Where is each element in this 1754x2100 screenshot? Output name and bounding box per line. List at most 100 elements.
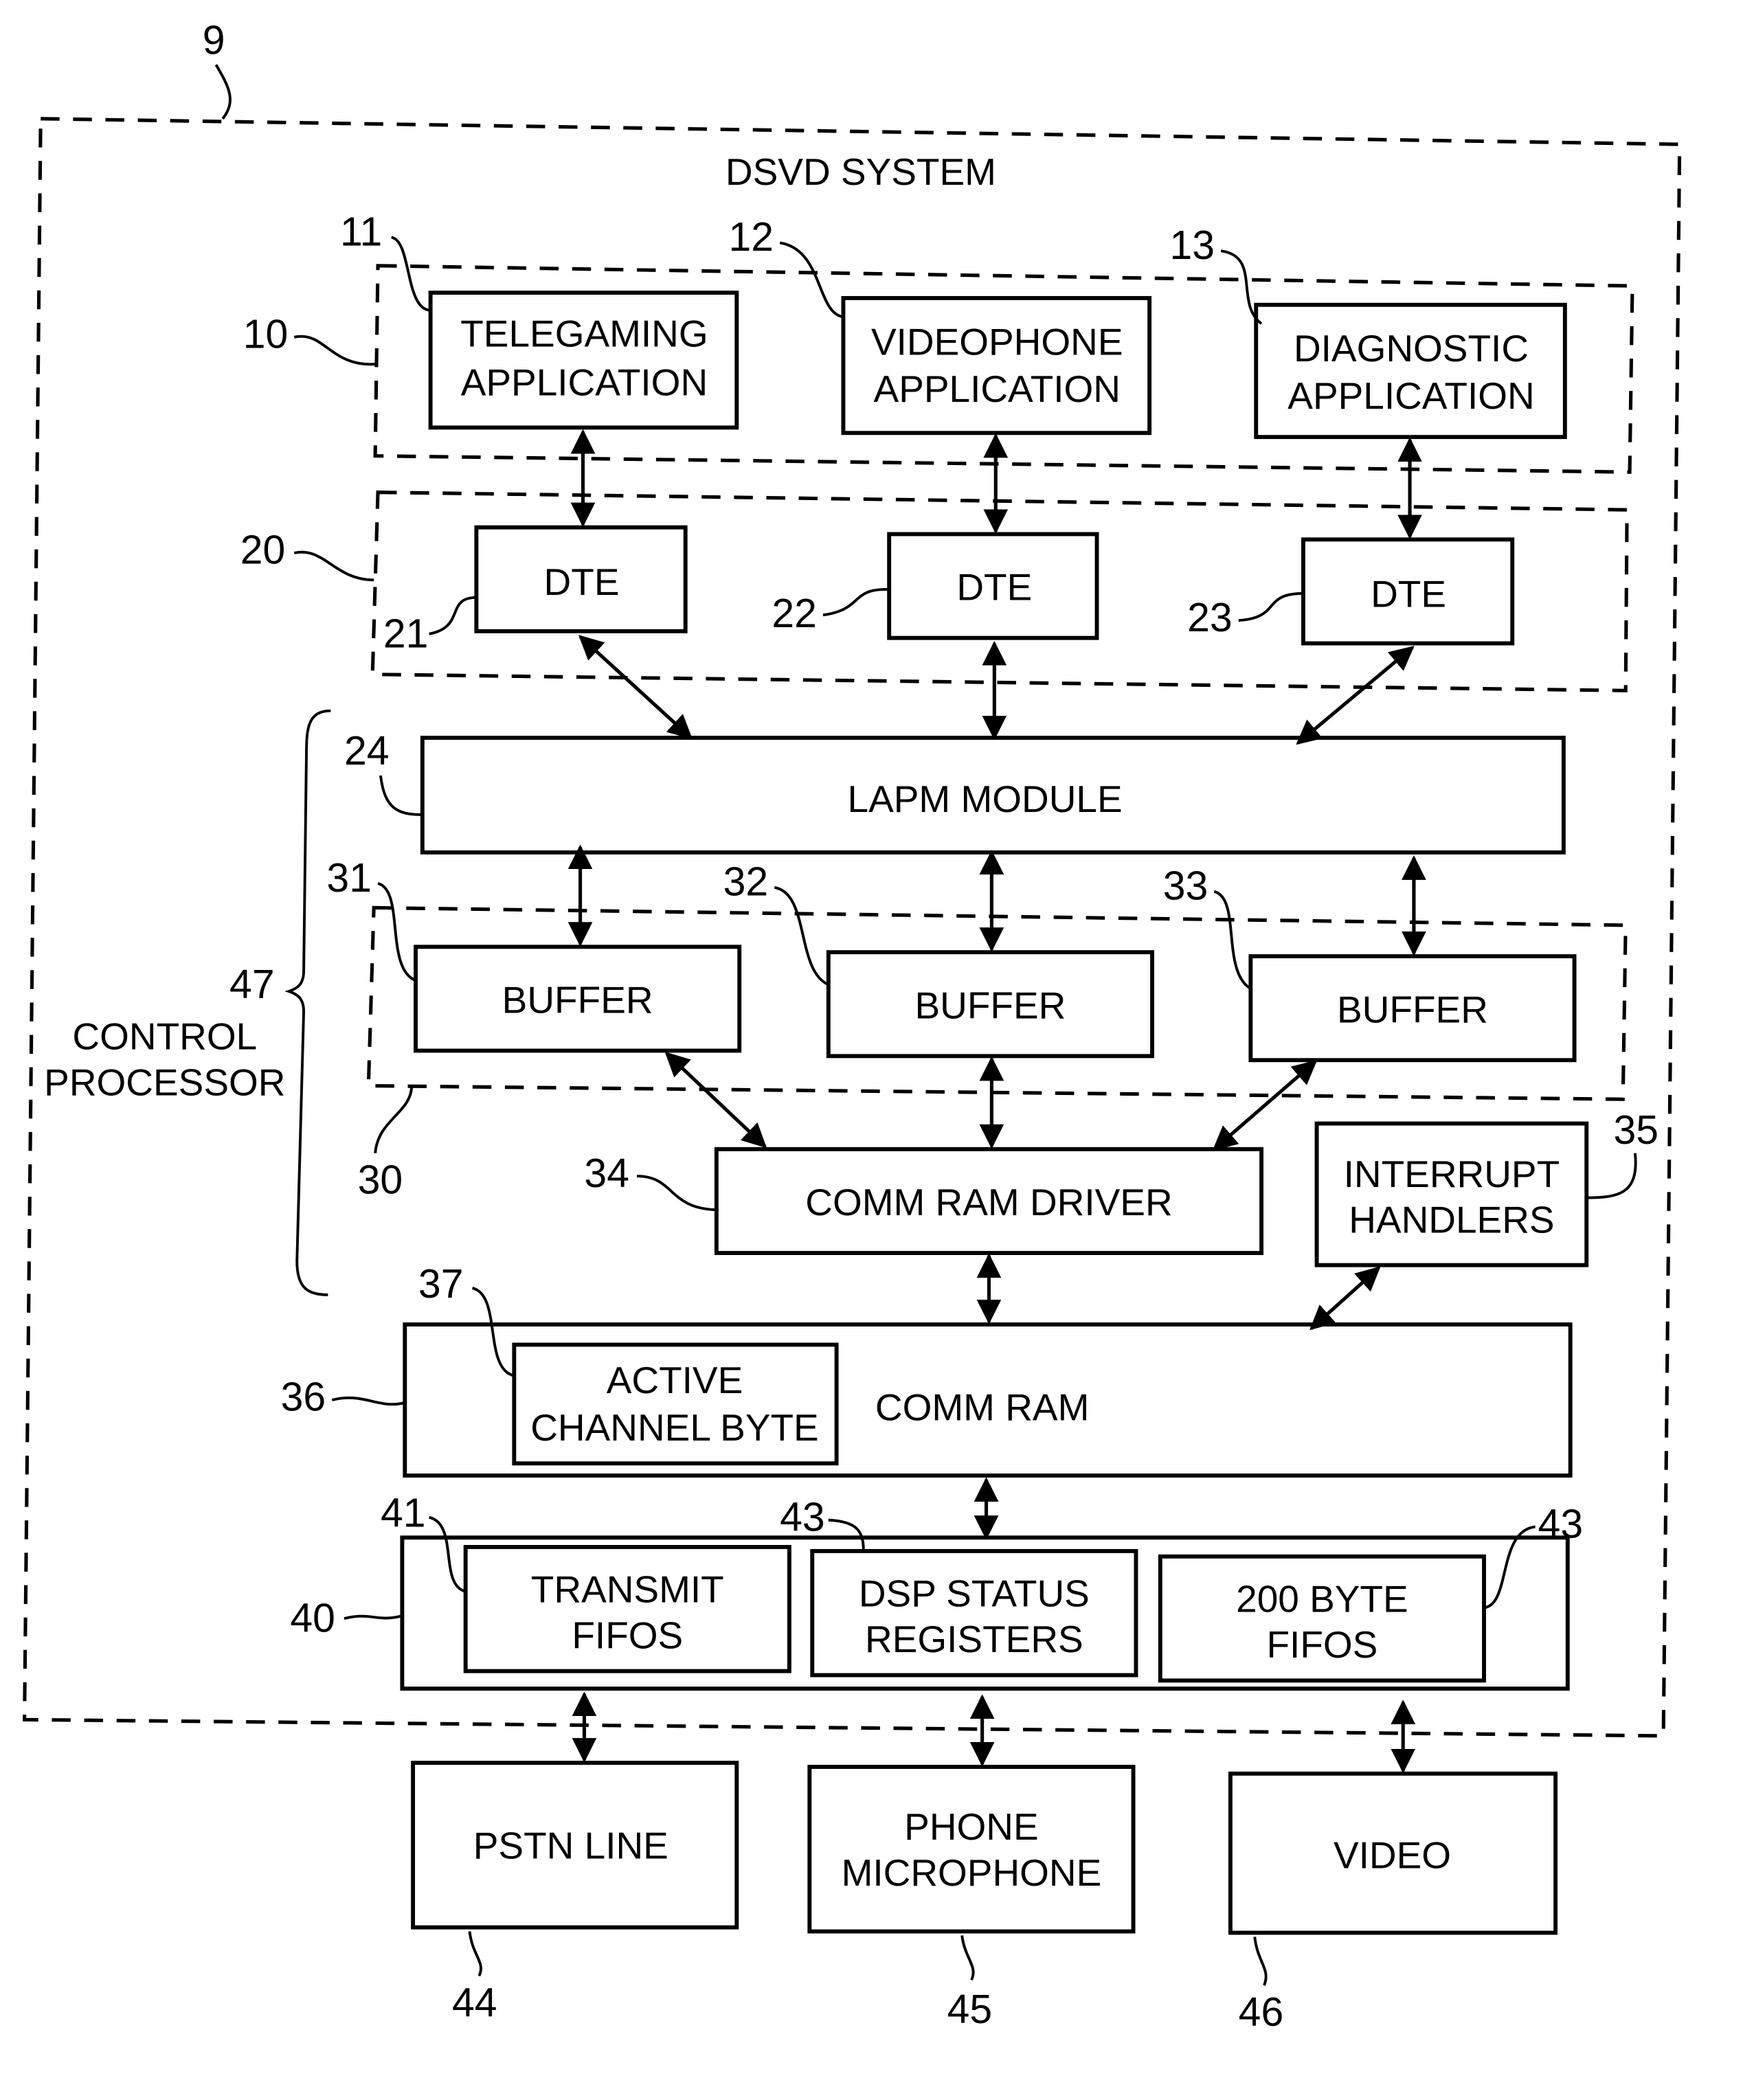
app-telegaming-line2: APPLICATION (461, 361, 708, 403)
ref-36: 36 (281, 1375, 326, 1420)
leader-40 (344, 1614, 403, 1620)
ref-13: 13 (1170, 223, 1215, 268)
ref-11: 11 (340, 210, 382, 254)
control-processor-line2: PROCESSOR (44, 1061, 285, 1103)
leader-34 (637, 1175, 717, 1212)
active-channel-byte: ACTIVE CHANNEL BYTE (512, 1342, 839, 1466)
pstn-line: PSTN LINE (411, 1761, 739, 1930)
phone-microphone: PHONE MICROPHONE (807, 1765, 1136, 1934)
phone-microphone-line2: MICROPHONE (842, 1851, 1102, 1894)
buffer-33-label: BUFFER (1337, 988, 1488, 1030)
ref-45: 45 (947, 1987, 993, 2032)
transmit-fifos: TRANSMIT FIFOS (463, 1545, 791, 1673)
ref-21: 21 (383, 611, 429, 656)
byte-fifos-line2: FIFOS (1266, 1623, 1378, 1666)
app-videophone: VIDEOPHONE APPLICATION (841, 295, 1152, 436)
dte-22: DTE (887, 532, 1099, 640)
leader-12 (779, 241, 844, 319)
leader-32 (774, 885, 829, 986)
leader-30 (374, 1085, 414, 1153)
leader-21 (429, 596, 477, 635)
ref-40: 40 (290, 1596, 335, 1641)
comm-ram-driver-label: COMM RAM DRIVER (805, 1181, 1172, 1223)
buffer-32-label: BUFFER (914, 984, 1066, 1026)
app-videophone-line2: APPLICATION (874, 368, 1121, 410)
leader-36 (331, 1396, 405, 1406)
ref-37: 37 (418, 1262, 464, 1307)
control-processor-line1: CONTROL (72, 1015, 257, 1058)
ref-31: 31 (326, 856, 372, 901)
leader-24 (379, 775, 423, 816)
ref-9: 9 (203, 19, 225, 63)
app-diagnostic-line2: APPLICATION (1288, 374, 1534, 417)
active-channel-line2: CHANNEL BYTE (530, 1406, 819, 1449)
ref-10: 10 (243, 313, 289, 357)
leader-45 (960, 1935, 975, 1981)
app-telegaming-line1: TELEGAMING (460, 313, 708, 355)
ref-43a: 43 (780, 1495, 825, 1539)
video: VIDEO (1228, 1771, 1558, 1935)
app-diagnostic-line1: DIAGNOSTIC (1294, 327, 1529, 370)
active-channel-line1: ACTIVE (607, 1359, 743, 1401)
app-diagnostic: DIAGNOSTIC APPLICATION (1254, 302, 1567, 440)
arrow-dte21-lapm (578, 635, 693, 740)
interrupt-handlers: INTERRUPT HANDLERS (1314, 1121, 1589, 1267)
ref-47: 47 (229, 962, 275, 1007)
dsp-status-line1: DSP STATUS (859, 1572, 1090, 1614)
leader-10 (293, 335, 376, 366)
system-title: DSVD SYSTEM (726, 150, 996, 193)
ref-41: 41 (381, 1491, 426, 1536)
leader-20 (293, 550, 374, 582)
dsp-status-line2: REGISTERS (865, 1618, 1083, 1660)
dte-23: DTE (1301, 537, 1515, 646)
leader-33 (1213, 890, 1252, 990)
byte-fifos: 200 BYTE FIFOS (1158, 1554, 1486, 1683)
ref-22: 22 (772, 591, 817, 636)
lapm-module: LAPM MODULE (420, 736, 1566, 855)
ref-30: 30 (358, 1158, 403, 1203)
buffer-31: BUFFER (414, 945, 742, 1053)
ref-24: 24 (344, 729, 390, 774)
comm-ram-driver: COMM RAM DRIVER (714, 1147, 1264, 1255)
dsp-status-registers: DSP STATUS REGISTERS (810, 1548, 1138, 1678)
ref-35: 35 (1614, 1108, 1659, 1153)
leader-9 (214, 64, 232, 120)
dte-23-label: DTE (1371, 573, 1446, 616)
app-videophone-line1: VIDEOPHONE (871, 320, 1123, 363)
leader-46 (1253, 1937, 1268, 1986)
video-label: VIDEO (1334, 1833, 1451, 1876)
ref-23: 23 (1187, 596, 1233, 640)
ref-46: 46 (1239, 1990, 1284, 2035)
leader-31 (377, 882, 416, 982)
comm-ram-label: COMM RAM (875, 1386, 1089, 1428)
leader-44 (468, 1931, 482, 1977)
leader-22 (822, 588, 890, 617)
ref-20: 20 (240, 528, 286, 573)
ref-43b: 43 (1538, 1502, 1584, 1546)
leader-11 (391, 236, 431, 312)
ref-32: 32 (723, 860, 769, 905)
interrupt-handlers-line2: HANDLERS (1349, 1199, 1554, 1241)
lapm-label: LAPM MODULE (848, 778, 1123, 820)
ref-33: 33 (1163, 864, 1208, 909)
leader-23 (1238, 591, 1303, 622)
dte-21-label: DTE (544, 561, 620, 603)
app-telegaming: TELEGAMING APPLICATION (428, 291, 739, 430)
transmit-fifos-line1: TRANSMIT (531, 1568, 724, 1611)
leader-35 (1586, 1153, 1637, 1199)
arrow-interrupt-commram (1309, 1266, 1381, 1331)
dte-21: DTE (474, 525, 688, 633)
pstn-line-label: PSTN LINE (473, 1825, 668, 1867)
buffer-31-label: BUFFER (502, 979, 653, 1021)
ref-34: 34 (584, 1151, 629, 1196)
buffer-33: BUFFER (1248, 954, 1577, 1063)
interrupt-handlers-line1: INTERRUPT (1344, 1153, 1560, 1195)
arrow-dte23-lapm (1296, 646, 1415, 745)
phone-microphone-line1: PHONE (904, 1805, 1038, 1848)
arrow-buffer33-driver (1212, 1059, 1318, 1151)
dte-22-label: DTE (956, 566, 1032, 609)
ref-12: 12 (729, 215, 774, 260)
dsvd-system-diagram: 9 DSVD SYSTEM 10 TELEGAMING APPLICATION … (23, 19, 1682, 2035)
ref-44: 44 (452, 1980, 497, 2025)
control-processor-brace (284, 709, 331, 1296)
